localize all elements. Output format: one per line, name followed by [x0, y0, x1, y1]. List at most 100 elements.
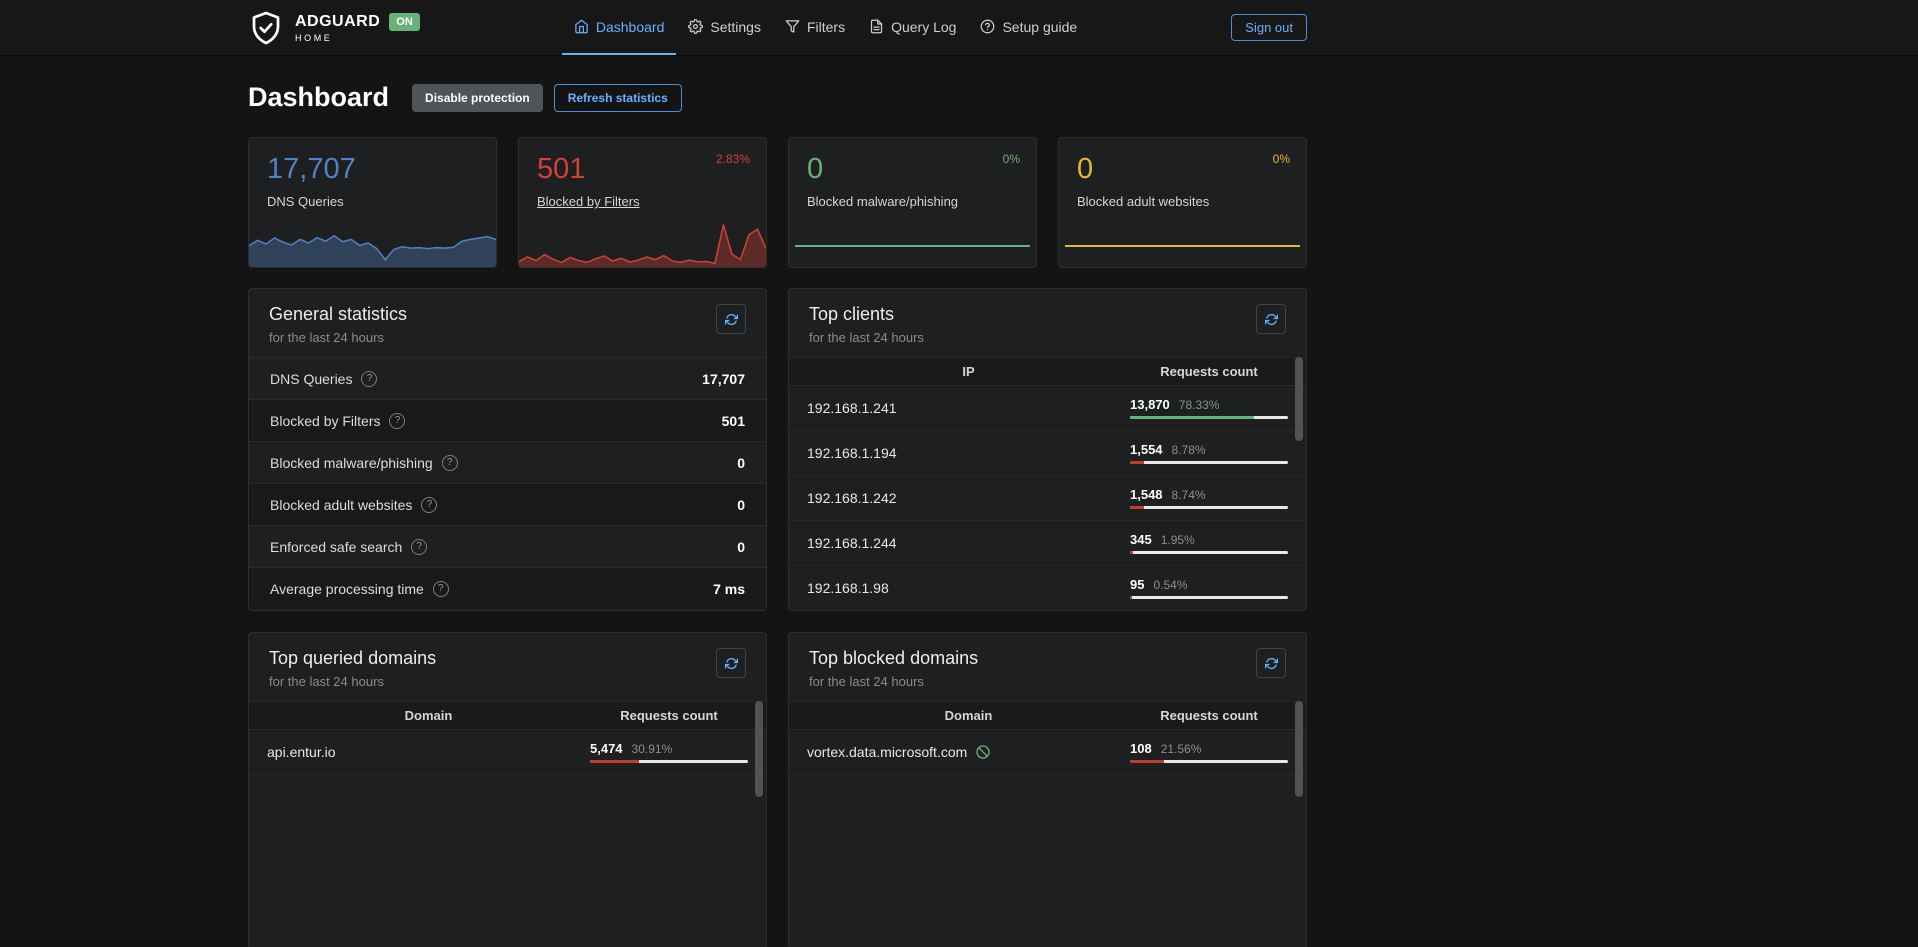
- refresh-button[interactable]: [716, 304, 746, 334]
- stat-percent: 0%: [1273, 152, 1290, 166]
- help-icon[interactable]: ?: [442, 455, 458, 471]
- stat-card-dns-queries: 17,707 DNS Queries: [248, 137, 497, 268]
- stat-value: 0: [807, 153, 1018, 186]
- scrollbar-thumb[interactable]: [1295, 701, 1303, 797]
- stat-cards: 17,707 DNS Queries 2.83% 501 Blocked by …: [248, 137, 1307, 268]
- table-row: 192.168.1.241 13,87078.33%: [789, 386, 1306, 431]
- general-statistics-rows: DNS Queries? 17,707 Blocked by Filters? …: [249, 357, 766, 609]
- client-ip: 192.168.1.194: [807, 445, 1130, 461]
- stat-row-label: Blocked by Filters: [270, 413, 380, 429]
- refresh-button[interactable]: [716, 648, 746, 678]
- request-percent: 8.78%: [1172, 443, 1206, 457]
- protection-status-badge: ON: [389, 13, 420, 31]
- panel-title: Top blocked domains: [809, 648, 978, 669]
- nav-item-label: Filters: [807, 19, 845, 35]
- column-header-requests-count: Requests count: [590, 708, 748, 723]
- stat-row-value: 0: [737, 455, 745, 471]
- refresh-button[interactable]: [1256, 304, 1286, 334]
- stat-row: Enforced safe search? 0: [249, 525, 766, 567]
- panel-subtitle: for the last 24 hours: [809, 330, 924, 345]
- request-percent: 0.54%: [1153, 578, 1187, 592]
- help-icon[interactable]: ?: [361, 371, 377, 387]
- help-icon[interactable]: ?: [389, 413, 405, 429]
- stat-row: Blocked malware/phishing? 0: [249, 441, 766, 483]
- table-row: vortex.data.microsoft.com 108 21.56%: [789, 730, 1306, 775]
- table-header: Domain Requests count: [249, 701, 766, 730]
- progress-bar: [1130, 461, 1288, 464]
- refresh-button[interactable]: [1256, 648, 1286, 678]
- blocked-by-filters-link[interactable]: Blocked by Filters: [537, 194, 748, 209]
- top-clients-panel: Top clients for the last 24 hours IP Req…: [788, 288, 1307, 611]
- stat-row-value: 0: [737, 497, 745, 513]
- request-count: 345: [1130, 532, 1152, 547]
- refresh-icon: [1265, 313, 1278, 326]
- request-percent: 30.91%: [632, 742, 673, 756]
- refresh-statistics-button[interactable]: Refresh statistics: [554, 84, 682, 112]
- table-row: 192.168.1.242 1,5488.74%: [789, 476, 1306, 521]
- table-header: IP Requests count: [789, 357, 1306, 386]
- scrollbar-thumb[interactable]: [755, 701, 763, 797]
- home-icon: [574, 19, 589, 34]
- funnel-icon: [785, 19, 800, 34]
- progress-bar: [1130, 416, 1288, 419]
- request-count: 108: [1130, 741, 1152, 756]
- dns-queries-sparkline: [249, 221, 496, 267]
- nav-item-filters[interactable]: Filters: [773, 0, 857, 55]
- panel-title: General statistics: [269, 304, 407, 325]
- nav-item-label: Dashboard: [596, 19, 665, 35]
- table-row: api.entur.io 5,474 30.91%: [249, 730, 766, 775]
- domain-name: vortex.data.microsoft.com: [807, 744, 967, 760]
- panel-subtitle: for the last 24 hours: [269, 674, 436, 689]
- nav-item-dashboard[interactable]: Dashboard: [562, 0, 677, 55]
- refresh-icon: [725, 313, 738, 326]
- request-percent: 21.56%: [1161, 742, 1202, 756]
- nav-item-label: Setup guide: [1002, 19, 1077, 35]
- progress-bar: [1130, 596, 1288, 599]
- stat-card-blocked-malware: 0% 0 Blocked malware/phishing: [788, 137, 1037, 268]
- nav-item-query-log[interactable]: Query Log: [857, 0, 968, 55]
- stat-label: DNS Queries: [267, 194, 478, 209]
- shield-check-icon: [248, 10, 284, 46]
- brand: ADGUARD ON HOME: [248, 10, 420, 46]
- stat-row-value: 0: [737, 539, 745, 555]
- top-queried-domains-panel: Top queried domains for the last 24 hour…: [248, 632, 767, 947]
- column-header-domain: Domain: [807, 708, 1130, 723]
- help-icon[interactable]: ?: [421, 497, 437, 513]
- stat-row-label: Blocked adult websites: [270, 497, 412, 513]
- stat-row-label: Blocked malware/phishing: [270, 455, 433, 471]
- request-count: 5,474: [590, 741, 623, 756]
- panel-subtitle: for the last 24 hours: [269, 330, 407, 345]
- stat-row-label: Enforced safe search: [270, 539, 402, 555]
- progress-bar: [1130, 760, 1288, 763]
- nav-item-settings[interactable]: Settings: [676, 0, 773, 55]
- gear-icon: [688, 19, 703, 34]
- domain-name: api.entur.io: [267, 744, 590, 760]
- client-ip: 192.168.1.244: [807, 535, 1130, 551]
- stat-row: DNS Queries? 17,707: [249, 357, 766, 399]
- nav-links: Dashboard Settings Filters Query Log Set…: [562, 0, 1089, 55]
- disable-protection-button[interactable]: Disable protection: [412, 84, 543, 112]
- progress-bar: [1130, 506, 1288, 509]
- client-ip: 192.168.1.241: [807, 400, 1130, 416]
- help-circle-icon: [980, 19, 995, 34]
- nav-item-setup-guide[interactable]: Setup guide: [968, 0, 1089, 55]
- document-icon: [869, 19, 884, 34]
- stat-value: 17,707: [267, 153, 478, 186]
- block-icon[interactable]: [975, 744, 991, 760]
- table-row: 192.168.1.98 950.54%: [789, 566, 1306, 611]
- stat-card-blocked-adult: 0% 0 Blocked adult websites: [1058, 137, 1307, 268]
- stat-row: Average processing time? 7 ms: [249, 567, 766, 609]
- flat-sparkline: [1065, 245, 1300, 247]
- stat-label: Blocked malware/phishing: [807, 194, 1018, 209]
- panel-title: Top clients: [809, 304, 924, 325]
- nav-item-label: Settings: [710, 19, 761, 35]
- panel-subtitle: for the last 24 hours: [809, 674, 978, 689]
- column-header-requests-count: Requests count: [1130, 364, 1288, 379]
- help-icon[interactable]: ?: [411, 539, 427, 555]
- column-header-ip: IP: [807, 364, 1130, 379]
- blocked-filters-sparkline: [519, 221, 766, 267]
- scrollbar-thumb[interactable]: [1295, 357, 1303, 441]
- help-icon[interactable]: ?: [433, 581, 449, 597]
- stat-row-value: 17,707: [702, 371, 745, 387]
- sign-out-button[interactable]: Sign out: [1231, 14, 1307, 41]
